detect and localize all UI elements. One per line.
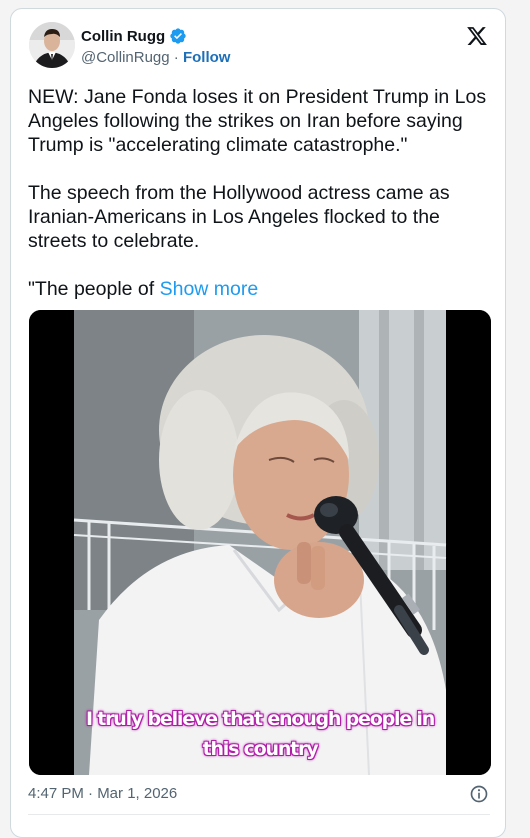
separator-dot: ·	[173, 49, 179, 66]
tweet-text: NEW: Jane Fonda loses it on President Tr…	[28, 85, 498, 325]
x-logo-icon[interactable]	[466, 25, 488, 47]
show-more-link[interactable]: Show more	[160, 278, 259, 300]
truncated-text: "The people of	[28, 278, 155, 300]
footer-divider	[28, 814, 490, 815]
follow-button[interactable]: Follow	[183, 49, 231, 66]
author-name-row[interactable]: Collin Rugg	[81, 27, 187, 45]
video-caption-line-2: this country	[202, 738, 319, 760]
tweet-paragraph: NEW: Jane Fonda loses it on President Tr…	[28, 86, 487, 156]
verified-badge-icon	[170, 28, 186, 44]
video-player[interactable]: I truly believe that enough people in th…	[29, 310, 491, 775]
tweet-card[interactable]: Collin Rugg @CollinRugg · Follow NEW: Ja…	[10, 8, 506, 838]
author-name[interactable]: Collin Rugg	[81, 28, 165, 45]
author-handle[interactable]: @CollinRugg	[81, 49, 170, 66]
video-frame	[29, 310, 491, 775]
handle-row: @CollinRugg · Follow	[81, 49, 230, 66]
video-caption-line-1: I truly believe that enough people in	[85, 708, 435, 730]
tweet-timestamp[interactable]: 4:47 PM · Mar 1, 2026	[28, 785, 177, 802]
avatar[interactable]	[29, 22, 75, 68]
tweet-paragraph-truncated: "The people of Show more	[28, 277, 498, 301]
tweet-paragraph: The speech from the Hollywood actress ca…	[28, 182, 450, 252]
info-icon[interactable]	[469, 784, 489, 804]
